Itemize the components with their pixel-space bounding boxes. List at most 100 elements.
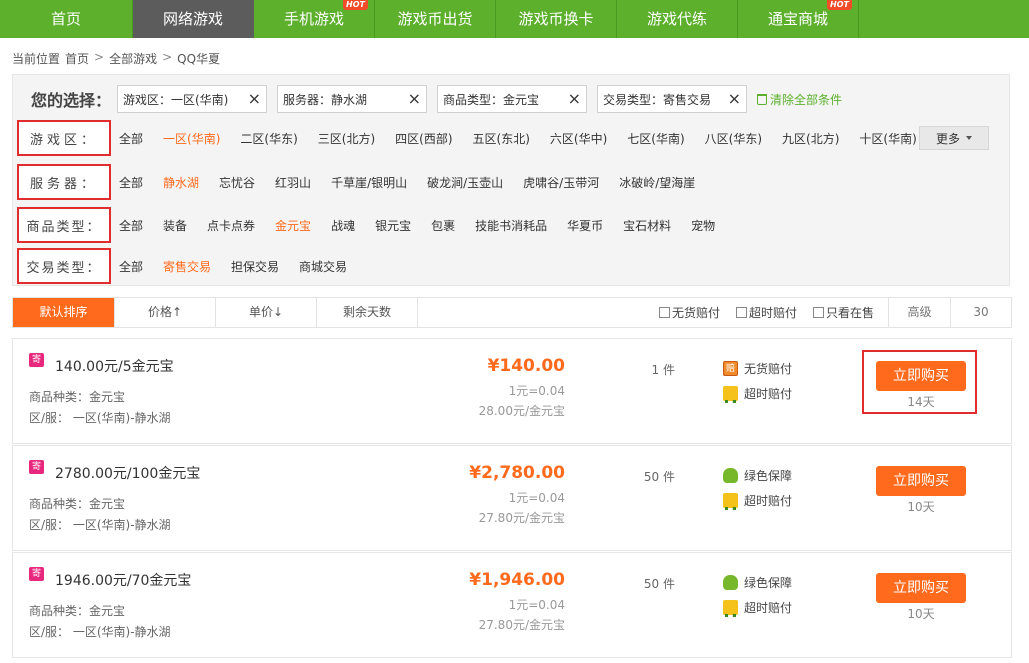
filter-option-type[interactable]: 银元宝 xyxy=(375,217,411,234)
selection-chip-trade: 交易类型：寄售交易 × xyxy=(597,85,747,113)
selection-chip-zone: 游戏区：一区(华南) × xyxy=(117,85,267,113)
buy-now-button[interactable]: 立即购买 xyxy=(876,466,966,496)
listing-title[interactable]: 140.00元/5金元宝 xyxy=(55,356,174,376)
listing-ratio: 1元=0.04 xyxy=(508,491,565,505)
filter-option-server[interactable]: 全部 xyxy=(119,174,143,191)
checkbox[interactable] xyxy=(659,307,670,318)
listing-server: 区/服： 一区(华南)-静水湖 xyxy=(29,411,171,425)
filter-option-zone[interactable]: 十区(华南) xyxy=(859,130,916,147)
filter-option-zone[interactable]: 九区(北方) xyxy=(782,130,839,147)
chevron-down-icon xyxy=(966,136,972,140)
sort-default[interactable]: 默认排序 xyxy=(13,298,115,327)
listing-kind: 商品种类：金元宝 xyxy=(29,604,126,618)
shield-icon xyxy=(723,468,738,483)
filter-option-zone[interactable]: 七区(华南) xyxy=(627,130,684,147)
close-icon[interactable]: × xyxy=(408,90,421,108)
filter-option-server[interactable]: 千草崖/银明山 xyxy=(331,174,407,191)
filter-option-server[interactable]: 冰破岭/望海崖 xyxy=(619,174,695,191)
filter-option-trade[interactable]: 寄售交易 xyxy=(163,258,211,275)
check-on-sale-only[interactable]: 只看在售 xyxy=(813,304,874,321)
filter-option-type[interactable]: 技能书消耗品 xyxy=(475,217,547,234)
consign-badge: 寄 xyxy=(29,567,44,581)
checkbox[interactable] xyxy=(736,307,748,318)
nav-online-games[interactable]: 网络游戏 xyxy=(133,0,254,38)
filter-option-trade[interactable]: 担保交易 xyxy=(231,258,279,275)
guarantee-item: 超时赔付 xyxy=(723,599,792,617)
sort-price[interactable]: 价格↑ xyxy=(115,298,216,327)
filter-option-zone[interactable]: 八区(华东) xyxy=(705,130,762,147)
close-icon[interactable]: × xyxy=(728,90,741,108)
filter-option-server[interactable]: 虎啸谷/玉带河 xyxy=(523,174,599,191)
filter-option-type[interactable]: 战魂 xyxy=(331,217,355,234)
filter-option-server[interactable]: 静水湖 xyxy=(163,174,199,191)
filter-option-type[interactable]: 金元宝 xyxy=(275,217,311,234)
checkbox[interactable] xyxy=(813,307,825,318)
highlight-box xyxy=(862,350,977,414)
filter-options-zone: 全部 一区(华南) 二区(华东) 三区(北方) 四区(西部) 五区(东北) 六区(华中) 七区… xyxy=(119,130,937,147)
filter-option-zone[interactable]: 五区(东北) xyxy=(473,130,530,147)
listing-row: 寄 1946.00元/70金元宝 商品种类：金元宝 区/服： 一区(华南)-静水… xyxy=(12,552,1012,658)
filter-option-server[interactable]: 破龙涧/玉壶山 xyxy=(427,174,503,191)
filter-option-type[interactable]: 宝石材料 xyxy=(623,217,671,234)
check-no-stock-comp[interactable]: 无货赔付 xyxy=(659,304,720,321)
buy-now-button[interactable]: 立即购买 xyxy=(876,573,966,603)
chip-label: 游戏区：一区(华南) xyxy=(123,92,229,107)
filter-option-server[interactable]: 忘忧谷 xyxy=(219,174,255,191)
nav-boosting[interactable]: 游戏代练 xyxy=(617,0,738,38)
breadcrumb-home[interactable]: 首页 xyxy=(65,50,89,67)
breadcrumb-current-game[interactable]: QQ华夏 xyxy=(177,50,220,67)
nav-label: 游戏代练 xyxy=(646,10,707,28)
filter-option-server[interactable]: 红羽山 xyxy=(275,174,311,191)
filter-option-trade[interactable]: 全部 xyxy=(119,258,143,275)
sort-unit-price[interactable]: 单价↓ xyxy=(216,298,317,327)
close-icon[interactable]: × xyxy=(568,90,581,108)
breadcrumb-all-games[interactable]: 全部游戏 xyxy=(109,50,157,67)
filter-checkboxes: 无货赔付 超时赔付 只看在售 xyxy=(659,298,874,327)
filter-row-zone: 游戏区： 全部 一区(华南) 二区(华东) 三区(北方) 四区(西部) 五区(东北) 六区(… xyxy=(17,120,1007,156)
close-icon[interactable]: × xyxy=(248,90,261,108)
listing-ratio: 1元=0.04 xyxy=(508,598,565,612)
filter-option-type[interactable]: 点卡点券 xyxy=(207,217,255,234)
filter-option-type[interactable]: 包裹 xyxy=(431,217,455,234)
guarantee-item: 赔 无货赔付 xyxy=(723,360,792,377)
guarantee-label: 超时赔付 xyxy=(744,387,793,401)
filter-option-zone[interactable]: 三区(北方) xyxy=(318,130,375,147)
breadcrumb: 当前位置 首页 > 全部游戏 > QQ华夏 xyxy=(12,50,220,67)
check-timeout-comp[interactable]: 超时赔付 xyxy=(736,304,797,321)
sort-bar: 默认排序 价格↑ 单价↓ 剩余天数 无货赔付 超时赔付 只看在售 高级 30 xyxy=(12,297,1012,328)
filter-options-trade: 全部 寄售交易 担保交易 商城交易 xyxy=(119,258,367,275)
filter-option-zone[interactable]: 六区(华中) xyxy=(550,130,607,147)
nav-mall[interactable]: 通宝商城 HOT xyxy=(738,0,859,38)
filter-option-zone[interactable]: 四区(西部) xyxy=(395,130,452,147)
nav-home[interactable]: 首页 xyxy=(0,0,133,38)
nav-label: 游戏币出货 xyxy=(397,10,473,28)
hot-badge: HOT xyxy=(343,0,368,10)
nav-mobile-games[interactable]: 手机游戏 HOT xyxy=(254,0,375,38)
filter-option-trade[interactable]: 商城交易 xyxy=(299,258,347,275)
guarantee-label: 绿色保障 xyxy=(744,576,793,590)
listing-title[interactable]: 1946.00元/70金元宝 xyxy=(55,570,191,590)
clear-all-label: 清除全部条件 xyxy=(770,92,843,107)
filter-label-trade: 交易类型： xyxy=(17,248,111,284)
hot-badge: HOT xyxy=(827,0,852,10)
nav-coin-sell[interactable]: 游戏币出货 xyxy=(375,0,496,38)
filter-option-type[interactable]: 宠物 xyxy=(691,217,715,234)
filter-option-type[interactable]: 华夏币 xyxy=(567,217,603,234)
filter-option-zone[interactable]: 一区(华南) xyxy=(163,130,220,147)
clear-all-button[interactable]: 清除全部条件 xyxy=(757,91,842,108)
listing-server: 区/服： 一区(华南)-静水湖 xyxy=(29,625,171,639)
more-label: 更多 xyxy=(935,131,960,146)
advanced-button[interactable]: 高级 xyxy=(888,298,951,327)
nav-coin-card[interactable]: 游戏币换卡 xyxy=(496,0,617,38)
breadcrumb-sep: > xyxy=(162,50,173,64)
more-button[interactable]: 更多 xyxy=(919,126,989,150)
listing-unit-price: 27.80元/金元宝 xyxy=(478,511,565,525)
sort-days-left[interactable]: 剩余天数 xyxy=(317,298,418,327)
filter-option-type[interactable]: 全部 xyxy=(119,217,143,234)
listing-title[interactable]: 2780.00元/100金元宝 xyxy=(55,463,200,483)
filter-option-zone[interactable]: 二区(华东) xyxy=(240,130,297,147)
filter-option-type[interactable]: 装备 xyxy=(163,217,187,234)
filter-option-zone[interactable]: 全部 xyxy=(119,130,143,147)
filter-row-trade: 交易类型： 全部 寄售交易 担保交易 商城交易 xyxy=(17,248,1007,284)
per-page-select[interactable]: 30 xyxy=(951,298,1011,327)
